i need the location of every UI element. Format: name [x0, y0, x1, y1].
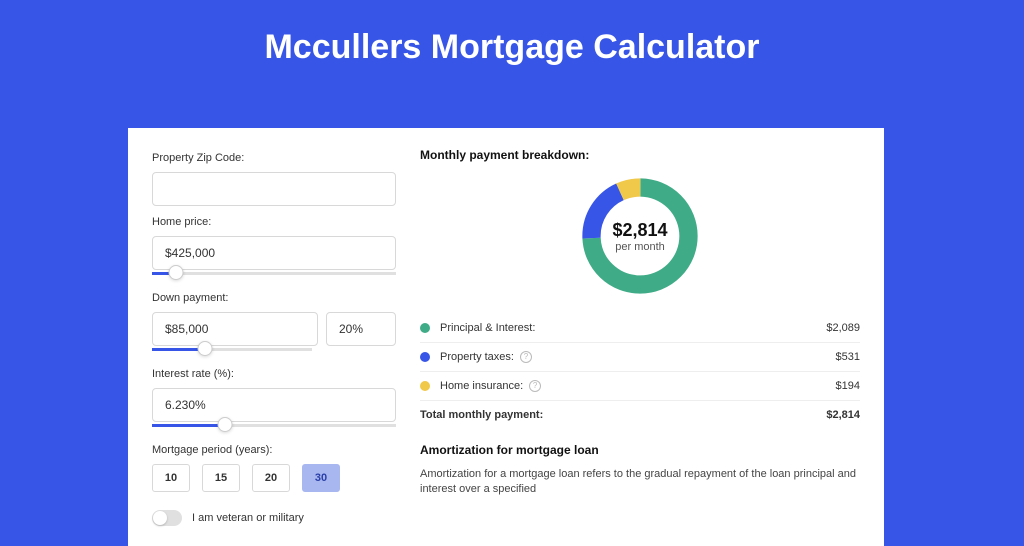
mortgage-period-options: 10 15 20 30 — [152, 464, 396, 492]
calculator-card: Property Zip Code: Home price: Down paym… — [128, 128, 884, 546]
interest-label: Interest rate (%): — [152, 368, 396, 380]
interest-slider[interactable] — [152, 420, 396, 434]
home-price-label: Home price: — [152, 216, 396, 228]
help-icon[interactable]: ? — [529, 380, 541, 392]
form-column: Property Zip Code: Home price: Down paym… — [152, 148, 396, 526]
donut-amount: $2,814 — [612, 220, 667, 241]
legend-dot-icon — [420, 381, 430, 391]
toggle-knob — [153, 511, 167, 525]
mortgage-period-label: Mortgage period (years): — [152, 444, 396, 456]
legend-label: Home insurance:? — [440, 380, 836, 392]
period-option-10[interactable]: 10 — [152, 464, 190, 492]
zip-input[interactable] — [152, 172, 396, 206]
amortization-title: Amortization for mortgage loan — [420, 443, 860, 457]
zip-field: Property Zip Code: — [152, 152, 396, 206]
legend-value: $194 — [836, 380, 860, 392]
total-value: $2,814 — [826, 409, 860, 421]
slider-thumb[interactable] — [169, 265, 184, 280]
interest-field: Interest rate (%): — [152, 368, 396, 434]
down-payment-slider[interactable] — [152, 344, 312, 358]
legend-label: Principal & Interest: — [440, 322, 826, 334]
veteran-toggle[interactable] — [152, 510, 182, 526]
zip-label: Property Zip Code: — [152, 152, 396, 164]
home-price-field: Home price: — [152, 216, 396, 282]
veteran-toggle-row: I am veteran or military — [152, 510, 396, 526]
period-option-15[interactable]: 15 — [202, 464, 240, 492]
period-option-30[interactable]: 30 — [302, 464, 340, 492]
amortization-section: Amortization for mortgage loan Amortizat… — [420, 443, 860, 498]
down-payment-amount-input[interactable] — [152, 312, 318, 346]
legend-dot-icon — [420, 323, 430, 333]
page-root: Mccullers Mortgage Calculator Property Z… — [0, 0, 1024, 512]
mortgage-period-field: Mortgage period (years): 10 15 20 30 — [152, 444, 396, 492]
down-payment-label: Down payment: — [152, 292, 396, 304]
breakdown-title: Monthly payment breakdown: — [420, 148, 860, 162]
amortization-text: Amortization for a mortgage loan refers … — [420, 467, 860, 498]
donut-sub: per month — [615, 241, 665, 253]
donut-chart: $2,814 per month — [576, 172, 704, 300]
help-icon[interactable]: ? — [520, 351, 532, 363]
legend-row: Principal & Interest:$2,089 — [420, 314, 860, 343]
legend-row: Property taxes:?$531 — [420, 343, 860, 372]
down-payment-pct-input[interactable] — [326, 312, 396, 346]
total-row: Total monthly payment: $2,814 — [420, 401, 860, 429]
page-title: Mccullers Mortgage Calculator — [0, 0, 1024, 87]
slider-thumb[interactable] — [197, 341, 212, 356]
breakdown-column: Monthly payment breakdown: $2,814 per mo… — [420, 148, 860, 526]
home-price-slider[interactable] — [152, 268, 396, 282]
down-payment-field: Down payment: — [152, 292, 396, 358]
home-price-input[interactable] — [152, 236, 396, 270]
legend-row: Home insurance:?$194 — [420, 372, 860, 401]
legend-rows: Principal & Interest:$2,089Property taxe… — [420, 314, 860, 401]
donut-chart-wrap: $2,814 per month — [420, 172, 860, 300]
legend-dot-icon — [420, 352, 430, 362]
interest-input[interactable] — [152, 388, 396, 422]
legend-value: $531 — [836, 351, 860, 363]
legend-label: Property taxes:? — [440, 351, 836, 363]
period-option-20[interactable]: 20 — [252, 464, 290, 492]
legend-value: $2,089 — [826, 322, 860, 334]
slider-thumb[interactable] — [218, 417, 233, 432]
total-label: Total monthly payment: — [420, 409, 826, 421]
donut-center: $2,814 per month — [576, 172, 704, 300]
veteran-label: I am veteran or military — [192, 512, 304, 524]
